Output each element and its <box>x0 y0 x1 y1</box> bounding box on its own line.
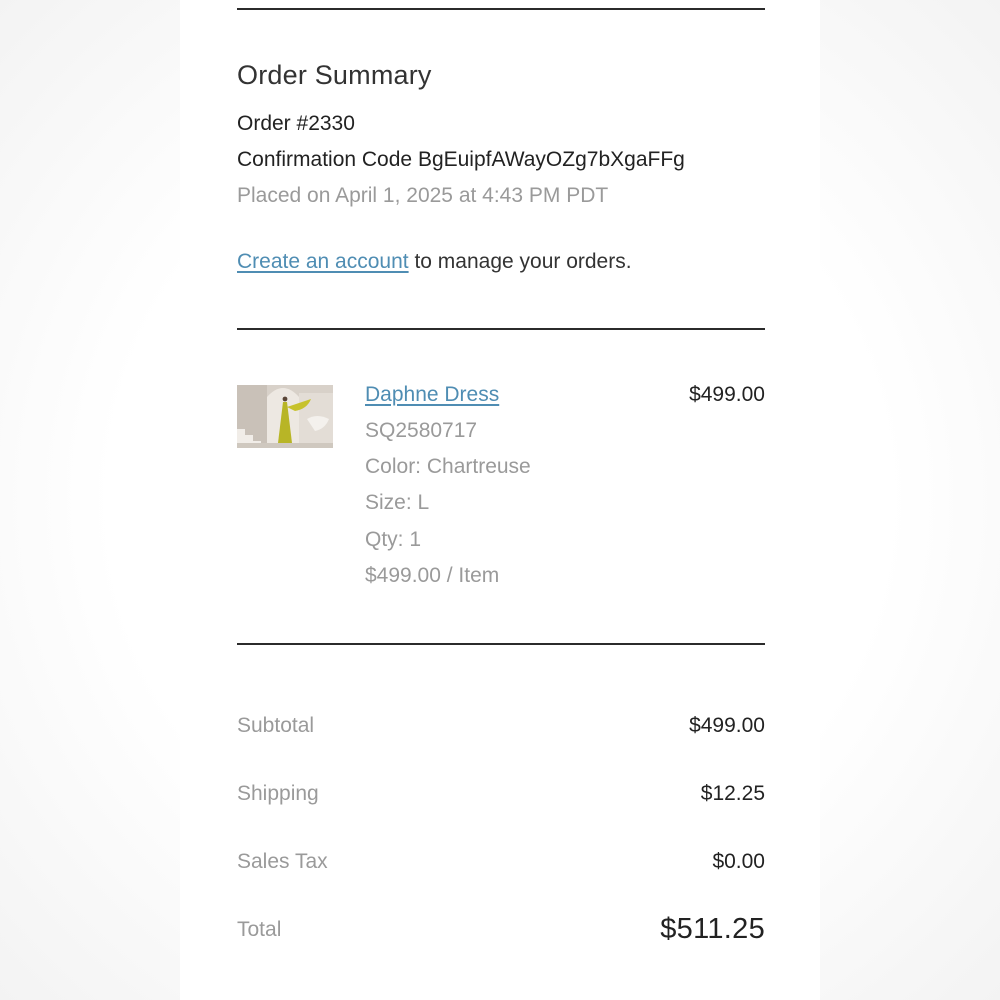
product-sku: SQ2580717 <box>365 419 478 442</box>
product-color: Color: Chartreuse <box>365 455 531 478</box>
screen: Order Summary Order #2330 Confirmation C… <box>0 0 1000 1000</box>
total-label: Total <box>237 918 282 941</box>
subtotal-value: $499.00 <box>689 714 765 737</box>
order-placed-date: Placed on April 1, 2025 at 4:43 PM PDT <box>237 184 609 207</box>
confirmation-code-value: BgEuipfAWayOZg7bXgaFFg <box>417 148 685 171</box>
product-price: $499.00 <box>689 383 765 406</box>
product-quantity: Qty: 1 <box>365 528 422 551</box>
order-number: Order #2330 <box>237 112 355 135</box>
order-content: Order Summary Order #2330 Confirmation C… <box>237 0 765 1000</box>
confirmation-code-label: Confirmation Code <box>237 148 413 171</box>
product-photo-image <box>237 385 333 448</box>
order-summary-title: Order Summary <box>237 60 432 90</box>
product-thumbnail[interactable] <box>237 385 333 448</box>
order-confirmation-page: Order Summary Order #2330 Confirmation C… <box>180 0 820 1000</box>
create-account-text: to manage your orders. <box>408 250 632 273</box>
total-value: $511.25 <box>660 913 765 945</box>
shipping-label: Shipping <box>237 782 319 805</box>
confirmation-code-line: Confirmation Code BgEuipfAWayOZg7bXgaFFg <box>237 148 685 172</box>
items-divider <box>237 328 765 330</box>
top-divider <box>237 8 765 10</box>
create-account-prompt: Create an account to manage your orders. <box>237 250 632 274</box>
totals-divider <box>237 643 765 645</box>
product-name-link[interactable]: Daphne Dress <box>365 383 499 407</box>
sales-tax-label: Sales Tax <box>237 850 328 873</box>
product-unit-price: $499.00 / Item <box>365 564 500 587</box>
shipping-value: $12.25 <box>700 782 765 805</box>
subtotal-label: Subtotal <box>237 714 315 737</box>
product-size: Size: L <box>365 491 430 514</box>
sales-tax-value: $0.00 <box>712 850 765 873</box>
create-account-link[interactable]: Create an account <box>237 250 409 273</box>
